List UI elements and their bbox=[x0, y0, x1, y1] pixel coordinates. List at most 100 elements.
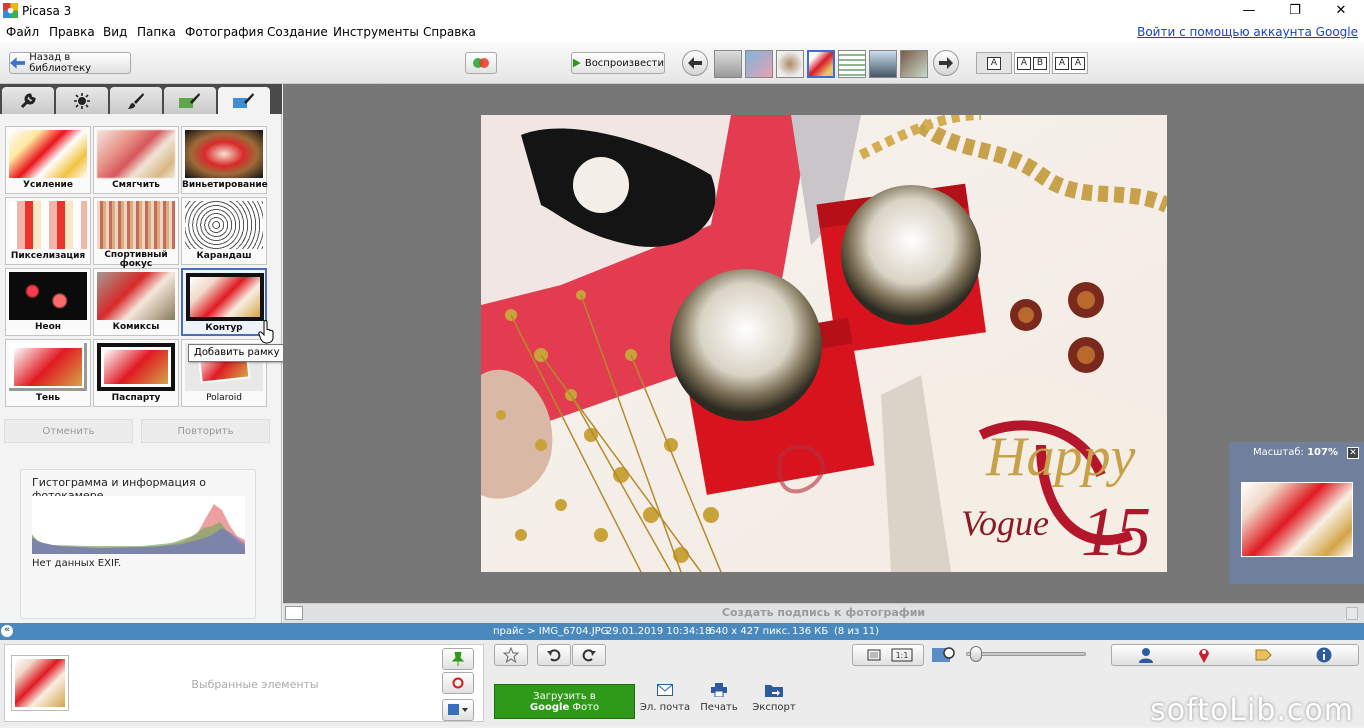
info-icon[interactable] bbox=[1316, 647, 1332, 663]
photo-viewer: Happy 15 Vogue Масштаб: 107% ✕ bbox=[283, 84, 1364, 603]
filmstrip-thumb[interactable] bbox=[745, 50, 773, 78]
effect-label: Неон bbox=[34, 322, 62, 332]
print-button[interactable]: Печать bbox=[693, 682, 745, 713]
tab-basic-fixes[interactable] bbox=[2, 87, 54, 114]
collapse-left-icon[interactable]: « bbox=[1, 625, 13, 637]
main-photo[interactable]: Happy 15 Vogue bbox=[481, 115, 1167, 572]
fit-screen-icon[interactable] bbox=[860, 648, 888, 662]
effect-label: Контур bbox=[205, 323, 243, 333]
effect-soften[interactable]: Смягчить bbox=[93, 126, 179, 194]
text-layout-double-button[interactable]: A A bbox=[1052, 52, 1088, 74]
tab-effects-2[interactable] bbox=[164, 87, 216, 114]
effect-pencil[interactable]: Карандаш bbox=[181, 197, 267, 265]
effect-border-selected[interactable]: Контур bbox=[181, 268, 267, 336]
maximize-button[interactable]: ❐ bbox=[1272, 0, 1318, 22]
zoom-photo-icon[interactable] bbox=[932, 646, 956, 664]
close-zoom-icon[interactable]: ✕ bbox=[1347, 447, 1359, 459]
comic-thumb bbox=[97, 272, 175, 320]
border-thumb bbox=[186, 273, 264, 321]
status-datetime: 29.01.2019 10:34:18 bbox=[606, 626, 712, 637]
effect-comic[interactable]: Комиксы bbox=[93, 268, 179, 336]
effect-drop-shadow[interactable]: Тень bbox=[5, 339, 91, 407]
effect-enhance[interactable]: Усиление bbox=[5, 126, 91, 194]
upload-line1: Загрузить в bbox=[533, 691, 596, 702]
menu-view[interactable]: Вид bbox=[103, 25, 127, 39]
menu-folder[interactable]: Папка bbox=[137, 25, 176, 39]
effect-pixelate[interactable]: Пикселизация bbox=[5, 197, 91, 265]
undo-button[interactable]: Отменить bbox=[4, 419, 133, 443]
signin-link[interactable]: Войти с помощью аккаунта Google bbox=[1137, 25, 1358, 39]
tab-effects-3-active[interactable] bbox=[218, 87, 270, 114]
text-layout-compare-button[interactable]: A B bbox=[1014, 52, 1050, 74]
add-to-album-button[interactable] bbox=[442, 699, 474, 721]
zoom-navigator-thumb[interactable] bbox=[1241, 482, 1353, 557]
filmstrip-thumb[interactable] bbox=[869, 50, 897, 78]
next-photo-button[interactable] bbox=[933, 50, 959, 76]
star-button[interactable] bbox=[494, 644, 528, 666]
text-letter: A bbox=[987, 56, 1001, 70]
menu-help[interactable]: Справка bbox=[423, 25, 476, 39]
play-icon bbox=[572, 58, 581, 68]
rotate-right-button[interactable] bbox=[572, 644, 606, 666]
window-title: Picasa 3 bbox=[22, 4, 72, 18]
edit-tabs bbox=[0, 84, 282, 114]
zoom-panel: Масштаб: 107% ✕ bbox=[1229, 442, 1364, 584]
menu-photo[interactable]: Фотография bbox=[185, 25, 264, 39]
tags-icon[interactable] bbox=[1254, 648, 1272, 662]
menu-create[interactable]: Создание bbox=[267, 25, 328, 39]
prev-photo-button[interactable] bbox=[682, 50, 708, 76]
zoom-slider[interactable] bbox=[966, 652, 1086, 656]
close-window-button[interactable]: ✕ bbox=[1318, 0, 1364, 22]
clear-selection-button[interactable] bbox=[442, 672, 474, 694]
tab-effects[interactable] bbox=[110, 87, 162, 114]
actual-size-icon[interactable]: 1:1 bbox=[888, 648, 916, 662]
hold-pin-button[interactable] bbox=[442, 648, 474, 670]
slideshow-button[interactable]: Воспроизвести bbox=[571, 52, 665, 74]
share-button[interactable] bbox=[465, 52, 497, 74]
text-layout-single-button[interactable]: A bbox=[976, 52, 1012, 74]
email-icon bbox=[657, 684, 673, 696]
caption-input[interactable]: Создать подпись к фотографии bbox=[283, 606, 1364, 619]
effect-passe-partout[interactable]: Паспарту bbox=[93, 339, 179, 407]
caption-bar: Создать подпись к фотографии bbox=[283, 603, 1364, 623]
arrow-left-icon bbox=[688, 57, 702, 69]
email-button[interactable]: Эл. почта bbox=[639, 682, 691, 713]
rotate-left-icon bbox=[547, 649, 561, 662]
status-path: прайс > IMG_6704.JPG bbox=[493, 626, 609, 637]
redo-button[interactable]: Повторить bbox=[141, 419, 270, 443]
rotate-left-button[interactable] bbox=[537, 644, 571, 666]
filmstrip-thumb[interactable] bbox=[838, 50, 866, 78]
svg-text:1:1: 1:1 bbox=[896, 651, 909, 660]
menu-file[interactable]: Файл bbox=[6, 25, 39, 39]
back-to-library-button[interactable]: Назад в библиотеку bbox=[9, 52, 131, 74]
zoom-slider-thumb[interactable] bbox=[970, 646, 982, 662]
filmstrip-thumb[interactable] bbox=[714, 50, 742, 78]
export-button[interactable]: Экспорт bbox=[748, 682, 800, 713]
effect-neon[interactable]: Неон bbox=[5, 268, 91, 336]
geotag-icon[interactable] bbox=[1198, 647, 1210, 663]
menu-edit[interactable]: Правка bbox=[49, 25, 95, 39]
filmstrip-thumb-selected[interactable] bbox=[807, 50, 835, 78]
trash-icon[interactable] bbox=[1346, 607, 1358, 620]
star-icon bbox=[503, 647, 519, 663]
back-to-library-label: Назад в библиотеку bbox=[29, 52, 91, 74]
zoom-label: Масштаб: 107% bbox=[1253, 447, 1338, 458]
vignette-thumb bbox=[185, 130, 263, 178]
filmstrip-thumb[interactable] bbox=[900, 50, 928, 78]
exif-info: Нет данных EXIF. bbox=[32, 558, 122, 569]
effect-vignette[interactable]: Виньетирование bbox=[181, 126, 268, 194]
print-icon bbox=[711, 683, 727, 697]
people-icon[interactable] bbox=[1138, 647, 1154, 663]
back-arrow-icon bbox=[10, 57, 26, 69]
minimize-button[interactable]: — bbox=[1226, 0, 1272, 22]
filmstrip-thumb[interactable] bbox=[776, 50, 804, 78]
green-pin-icon bbox=[452, 652, 464, 666]
tab-tuning[interactable] bbox=[56, 87, 108, 114]
bottom-panel: Выбранные элементы 1:1 Загрузить в Googl… bbox=[0, 640, 1364, 728]
svg-text:15: 15 bbox=[1081, 494, 1151, 571]
green-brush-icon bbox=[179, 92, 200, 108]
text-letter: A bbox=[1017, 56, 1031, 70]
upload-google-photos-button[interactable]: Загрузить в Google Фото bbox=[494, 684, 635, 719]
effect-focal-zoom[interactable]: Спортивный фокус bbox=[93, 197, 179, 269]
menu-tools[interactable]: Инструменты bbox=[333, 25, 419, 39]
